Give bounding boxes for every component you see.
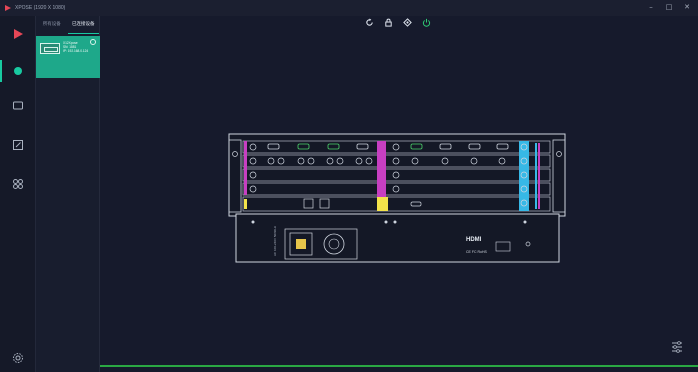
left-magenta-strip — [244, 141, 247, 195]
power-label: AC 100-240V 50/60Hz — [273, 225, 277, 256]
window-controls: – □ ✕ — [646, 3, 692, 11]
power-button[interactable] — [422, 17, 432, 27]
tab-all-devices[interactable]: 所有设备 — [36, 16, 68, 34]
screen-icon — [13, 101, 23, 110]
minimize-button[interactable]: – — [646, 3, 656, 11]
tab-connected-devices[interactable]: 已连接设备 — [67, 16, 99, 34]
device-panel: 所有设备 已连接设备 X12Xpose SN: 1881 IP: 192.168… — [36, 16, 100, 372]
power-icon — [422, 18, 431, 27]
right-cyan-thin — [535, 143, 537, 209]
right-cyan-strip — [519, 141, 529, 211]
power-switch — [296, 239, 306, 249]
status-line — [100, 365, 698, 367]
device-canvas: AC 100-240V 50/60Hz HDMI CE FC RoHS — [100, 28, 698, 364]
device-info: X12Xpose SN: 1881 IP: 192.168.0.124 — [63, 41, 88, 53]
sidebar-item-edit[interactable] — [0, 131, 36, 159]
chassis-rear-panel — [235, 213, 560, 263]
sidebar — [0, 16, 36, 372]
close-button[interactable]: ✕ — [682, 3, 692, 11]
device-tabs: 所有设备 已连接设备 — [36, 16, 99, 34]
canvas-settings-button[interactable] — [670, 339, 684, 353]
lock-button[interactable] — [384, 17, 394, 27]
right-magenta-thin — [538, 143, 540, 209]
connect-button[interactable] — [403, 17, 413, 27]
title-bar: XPOSE (1920 X 1080) – □ ✕ — [0, 0, 698, 16]
sidebar-item-home[interactable] — [0, 20, 36, 48]
connect-icon — [403, 17, 412, 27]
sidebar-item-settings[interactable] — [0, 344, 36, 372]
device-select-checkbox[interactable] — [90, 39, 96, 45]
sliders-icon — [672, 341, 682, 353]
edit-icon — [13, 140, 23, 150]
device-dot-icon — [14, 67, 22, 75]
hdmi-logo: HDMI — [466, 237, 482, 243]
device-ip: IP: 192.168.0.124 — [63, 49, 89, 53]
device-thumbnail-icon — [40, 43, 60, 54]
sidebar-item-layout[interactable] — [0, 170, 36, 198]
maximize-button[interactable]: □ — [664, 3, 674, 11]
compliance-marks: CE FC RoHS — [466, 250, 487, 254]
middle-yellow-strip — [377, 197, 388, 211]
middle-magenta-strip — [377, 141, 386, 197]
sidebar-item-screen[interactable] — [0, 92, 36, 120]
device-card[interactable]: X12Xpose SN: 1881 IP: 192.168.0.124 — [36, 36, 100, 78]
grid-icon — [13, 179, 23, 189]
sidebar-item-devices[interactable] — [0, 57, 36, 85]
lock-icon — [385, 18, 392, 27]
refresh-icon — [366, 17, 373, 26]
window-title: XPOSE (1920 X 1080) — [15, 5, 66, 11]
play-logo-icon — [14, 29, 23, 39]
settings-gear-icon — [13, 353, 23, 363]
refresh-button[interactable] — [365, 17, 375, 27]
app-logo-icon — [5, 5, 11, 11]
chassis-diagram: AC 100-240V 50/60Hz HDMI CE FC RoHS — [228, 133, 566, 263]
top-toolbar — [360, 16, 436, 28]
left-yellow-strip — [244, 199, 247, 209]
